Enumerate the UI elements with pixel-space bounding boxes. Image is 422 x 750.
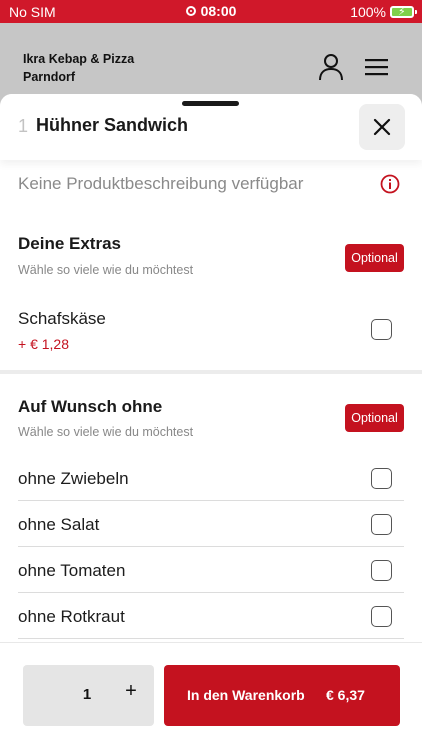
sheet-footer: 1 + In den Warenkorb € 6,37 [0,642,422,750]
option-label-schafskaese: Schafskäse [18,309,106,328]
option-label-zwiebeln: ohne Zwiebeln [18,469,129,488]
option-label-salat: ohne Salat [18,515,100,534]
checkbox-schafskaese[interactable] [371,319,392,340]
info-icon[interactable] [380,174,400,194]
add-to-cart-button[interactable]: In den Warenkorb € 6,37 [164,665,400,726]
checkbox-zwiebeln[interactable] [371,468,392,489]
option-divider [18,592,404,593]
quantity-value: 1 [82,686,92,703]
profile-icon[interactable] [318,53,344,81]
optional-badge: Optional [345,404,404,432]
group-title-without: Auf Wunsch ohne [18,397,163,416]
battery-icon: ⚡ [390,6,417,18]
option-price-schafskaese: + € 1,28 [18,336,69,352]
add-to-cart-label: In den Warenkorb [187,687,305,703]
group-subtitle-extras: Wähle so viele wie du möchtest [18,263,194,277]
restaurant-name: Ikra Kebap & Pizza Parndorf [23,52,135,84]
group-subtitle-without: Wähle so viele wie du möchtest [18,425,194,439]
group-title-extras: Deine Extras [18,234,121,253]
product-title: Hühner Sandwich [36,115,189,135]
close-button[interactable] [359,104,405,150]
option-label-rotkraut: ohne Rotkraut [18,607,125,626]
section-divider [0,370,422,374]
sheet-grabber[interactable] [182,101,239,106]
quantity-stepper: 1 + [23,665,154,726]
product-description-row: Keine Produktbeschreibung verfügbar [18,172,404,196]
checkbox-salat[interactable] [371,514,392,535]
product-sheet: 1 Hühner Sandwich Keine Produktbeschreib… [0,94,422,750]
checkbox-tomaten[interactable] [371,560,392,581]
sheet-header: 1 Hühner Sandwich [0,94,422,160]
hamburger-menu-icon[interactable] [365,58,388,76]
screen-record-icon [185,6,196,16]
quantity-plus-button[interactable]: + [121,680,141,708]
checkbox-rotkraut[interactable] [371,606,392,627]
option-divider [18,546,404,547]
option-divider [18,500,404,501]
app-header: Ikra Kebap & Pizza Parndorf [0,23,422,103]
battery-percent: 100% [350,4,386,20]
product-description: Keine Produktbeschreibung verfügbar [18,174,304,193]
option-divider [18,638,404,639]
status-bar: No SIM 08:00 100% ⚡ [0,0,422,23]
quantity-prefix: 1 [18,116,29,136]
close-icon [373,118,391,136]
charging-icon: ⚡ [398,6,406,18]
option-label-tomaten: ohne Tomaten [18,561,126,580]
optional-badge: Optional [345,244,404,272]
clock-time: 08:00 [200,3,237,19]
add-to-cart-price: € 6,37 [326,687,365,703]
battery-indicator: 100% ⚡ [350,4,417,20]
